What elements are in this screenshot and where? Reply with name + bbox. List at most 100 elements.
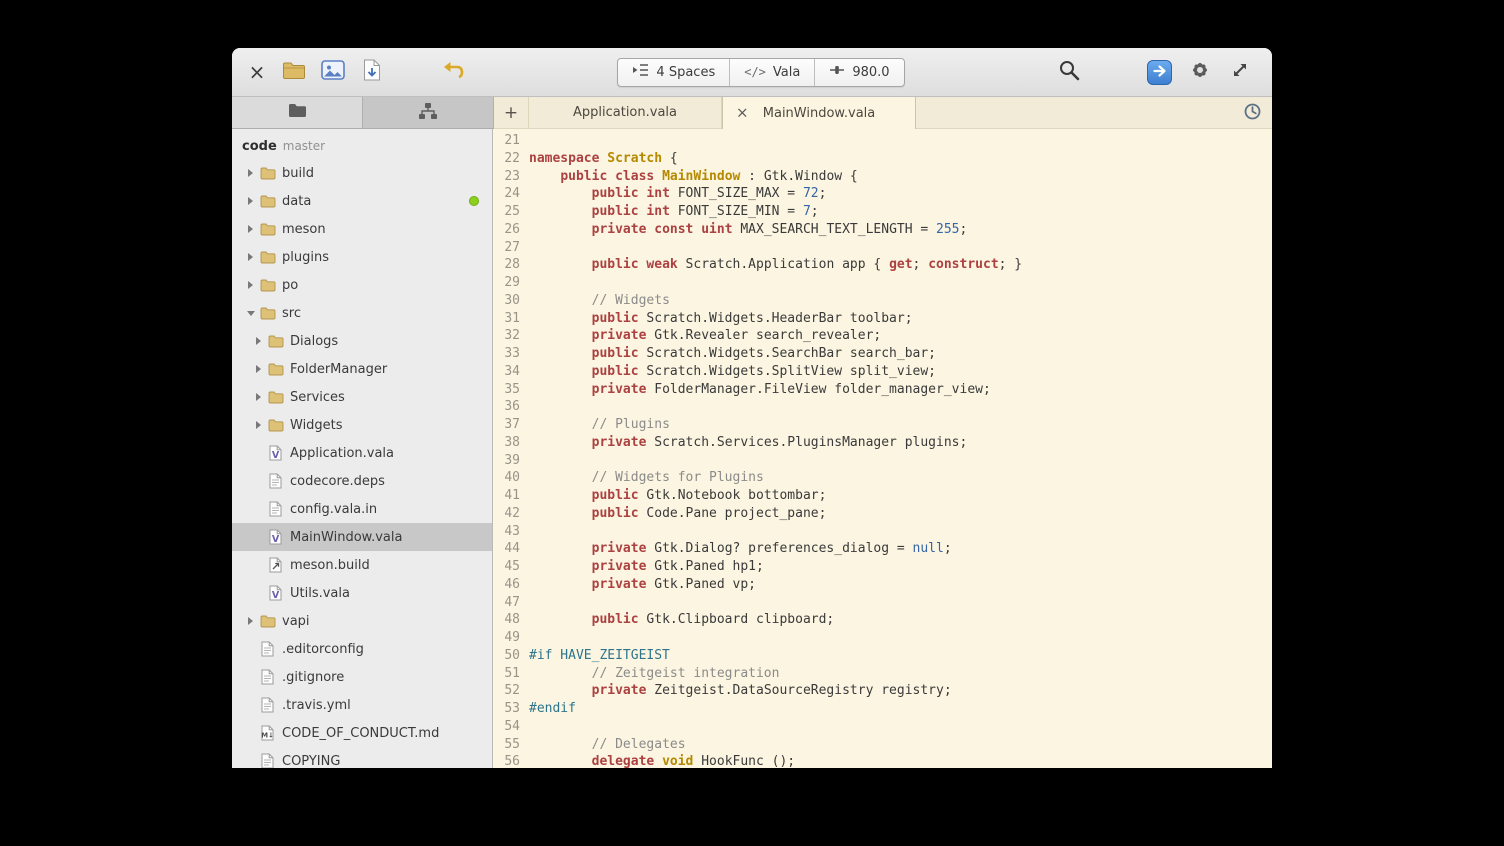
tree-item-vapi[interactable]: vapi	[232, 607, 492, 635]
line-number: 55	[493, 736, 529, 754]
sidebar-tab-outline[interactable]	[363, 97, 494, 128]
window-close-button[interactable]: ×	[244, 62, 270, 82]
expander-collapsed-icon[interactable]	[242, 225, 259, 233]
line-number: 38	[493, 434, 529, 452]
tree-item-label: build	[282, 166, 314, 181]
tree-item-Application.vala[interactable]: VApplication.vala	[232, 439, 492, 467]
gear-icon	[1189, 59, 1211, 85]
expander-collapsed-icon[interactable]	[242, 197, 259, 205]
expander-expanded-icon[interactable]	[242, 311, 259, 316]
tree-item-label: meson	[282, 222, 326, 237]
code-line-25: 25 public int FONT_SIZE_MIN = 7;	[493, 203, 1272, 221]
svg-text:M↓: M↓	[261, 732, 274, 740]
tab-application-vala[interactable]: Application.vala	[528, 97, 722, 128]
tree-item-meson.build[interactable]: meson.build	[232, 551, 492, 579]
project-header[interactable]: code master	[232, 133, 492, 159]
code-line-30: 30 // Widgets	[493, 292, 1272, 310]
tab-close-icon[interactable]: ×	[736, 106, 749, 121]
tree-item-.travis.yml[interactable]: .travis.yml	[232, 691, 492, 719]
new-tab-button[interactable]: +	[494, 97, 528, 128]
tree-item-plugins[interactable]: plugins	[232, 243, 492, 271]
file-tree: build data meson plugins po src Dialogs FolderM…	[232, 159, 492, 768]
tree-item-src[interactable]: src	[232, 299, 492, 327]
tab-strip: + Application.vala × MainWindow.vala	[232, 97, 1272, 129]
tree-item-.gitignore[interactable]: .gitignore	[232, 663, 492, 691]
tree-item-build[interactable]: build	[232, 159, 492, 187]
headerbar-right	[1053, 56, 1260, 88]
expander-collapsed-icon[interactable]	[242, 617, 259, 625]
document-download-icon	[363, 59, 381, 85]
fullscreen-button[interactable]	[1224, 56, 1256, 88]
code-line-34: 34 public Scratch.Widgets.SplitView spli…	[493, 363, 1272, 381]
code-editor[interactable]: 2122namespace Scratch {23 public class M…	[493, 129, 1272, 768]
tree-item-label: FolderManager	[290, 362, 387, 377]
language-button[interactable]: </> Vala	[730, 59, 815, 86]
tree-item-meson[interactable]: meson	[232, 215, 492, 243]
code-line-47: 47	[493, 594, 1272, 612]
expander-collapsed-icon[interactable]	[250, 393, 267, 401]
save-as-button[interactable]	[318, 56, 348, 88]
expander-collapsed-icon[interactable]	[242, 169, 259, 177]
templates-button[interactable]	[357, 56, 387, 88]
expander-collapsed-icon[interactable]	[250, 337, 267, 345]
history-button[interactable]	[1232, 97, 1272, 128]
file-icon	[267, 473, 284, 489]
line-number: 32	[493, 327, 529, 345]
file-icon	[259, 641, 276, 657]
tree-item-MainWindow.vala[interactable]: VMainWindow.vala	[232, 523, 492, 551]
modified-badge	[469, 196, 479, 206]
sidebar-tab-files[interactable]	[232, 97, 363, 128]
code-line-44: 44 private Gtk.Dialog? preferences_dialo…	[493, 540, 1272, 558]
expander-collapsed-icon[interactable]	[250, 421, 267, 429]
open-file-button[interactable]	[279, 56, 309, 88]
tree-item-label: CODE_OF_CONDUCT.md	[282, 726, 439, 741]
tree-item-label: po	[282, 278, 298, 293]
code-line-56: 56 delegate void HookFunc ();	[493, 753, 1272, 768]
fullscreen-icon	[1230, 60, 1250, 84]
code-line-51: 51 // Zeitgeist integration	[493, 665, 1272, 683]
expander-collapsed-icon[interactable]	[242, 281, 259, 289]
tree-item-Services[interactable]: Services	[232, 383, 492, 411]
open-folder-icon	[282, 61, 306, 84]
code-line-31: 31 public Scratch.Widgets.HeaderBar tool…	[493, 310, 1272, 328]
code-line-43: 43	[493, 523, 1272, 541]
line-number: 54	[493, 718, 529, 736]
undo-icon	[442, 61, 466, 83]
share-button[interactable]	[1147, 60, 1172, 85]
expander-collapsed-icon[interactable]	[242, 253, 259, 261]
tree-item-.editorconfig[interactable]: .editorconfig	[232, 635, 492, 663]
svg-text:V: V	[272, 590, 280, 601]
project-name: code	[242, 139, 277, 154]
tree-item-COPYING[interactable]: COPYING	[232, 747, 492, 768]
indent-width-button[interactable]: 4 Spaces	[618, 59, 730, 86]
tree-item-label: .travis.yml	[282, 698, 351, 713]
tab-mainwindow-vala[interactable]: × MainWindow.vala	[722, 97, 916, 129]
tree-item-po[interactable]: po	[232, 271, 492, 299]
tree-item-Dialogs[interactable]: Dialogs	[232, 327, 492, 355]
search-button[interactable]	[1053, 56, 1085, 88]
folder-icon	[288, 103, 307, 122]
code-line-55: 55 // Delegates	[493, 736, 1272, 754]
code-line-52: 52 private Zeitgeist.DataSourceRegistry …	[493, 682, 1272, 700]
expander-collapsed-icon[interactable]	[250, 365, 267, 373]
tree-item-Utils.vala[interactable]: VUtils.vala	[232, 579, 492, 607]
share-arrow-icon	[1153, 63, 1167, 82]
tree-item-config.vala.in[interactable]: config.vala.in	[232, 495, 492, 523]
tree-item-data[interactable]: data	[232, 187, 492, 215]
history-icon	[1242, 101, 1262, 125]
headerbar-center: 4 Spaces </> Vala 980.0	[469, 58, 1053, 87]
revert-button[interactable]	[439, 56, 469, 88]
tree-item-FolderManager[interactable]: FolderManager	[232, 355, 492, 383]
tree-item-codecore.deps[interactable]: codecore.deps	[232, 467, 492, 495]
code-line-46: 46 private Gtk.Paned vp;	[493, 576, 1272, 594]
tree-item-label: vapi	[282, 614, 310, 629]
code-editor-window: ×	[232, 48, 1272, 768]
file-icon: M↓	[259, 725, 276, 741]
tree-item-CODE_OF_CONDUCT.md[interactable]: M↓ CODE_OF_CONDUCT.md	[232, 719, 492, 747]
tree-item-Widgets[interactable]: Widgets	[232, 411, 492, 439]
settings-button[interactable]	[1184, 56, 1216, 88]
zoom-level-button[interactable]: 980.0	[815, 59, 903, 86]
code-text: private Gtk.Revealer search_revealer;	[529, 327, 881, 345]
tree-item-label: src	[282, 306, 301, 321]
code-text: #endif	[529, 700, 576, 718]
